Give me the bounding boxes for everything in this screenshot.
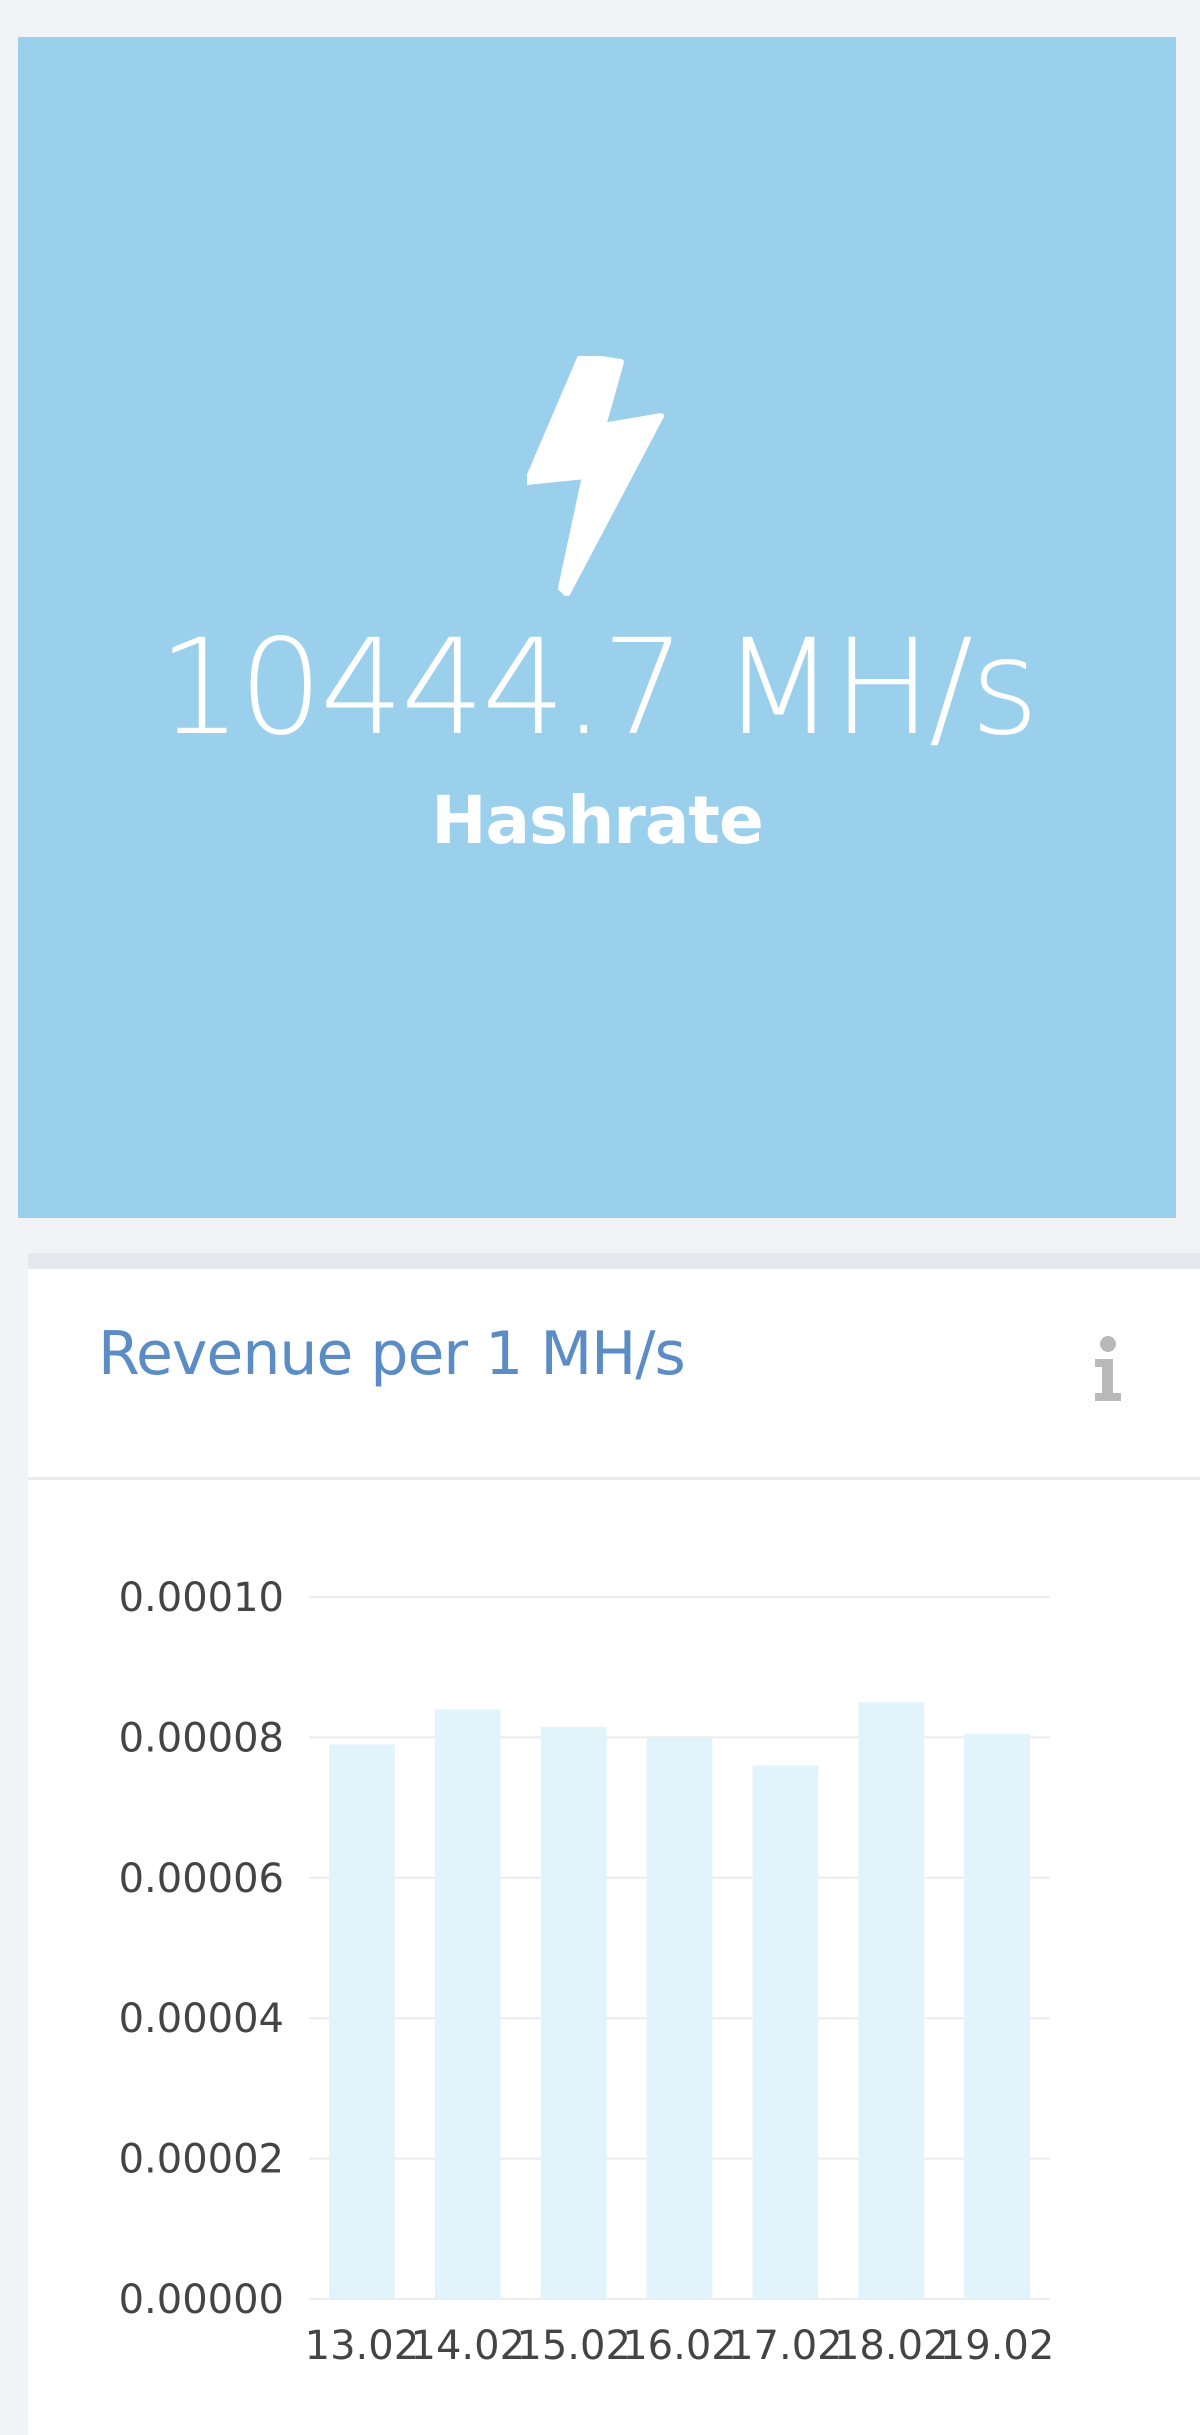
x-tick-label: 14.02 (411, 2323, 526, 2369)
x-tick-label: 16.02 (622, 2323, 737, 2369)
y-tick-label: 0.00004 (119, 1996, 284, 2042)
y-tick-label: 0.00002 (119, 2137, 284, 2183)
y-tick-label: 0.00008 (119, 1715, 284, 1761)
y-tick-label: 0.00000 (119, 2277, 284, 2323)
bar (752, 1765, 819, 2299)
hashrate-tile: 10444.7 MH/s Hashrate (18, 37, 1176, 1218)
bar (329, 1744, 395, 2299)
revenue-panel: Revenue per 1 MH/s 0.00000 0.00002 0.00004… (28, 1253, 1200, 2435)
hashrate-value: 10444.7 MH/s (157, 611, 1039, 765)
bar (434, 1709, 501, 2299)
x-tick-label: 17.02 (728, 2323, 843, 2369)
x-tick-label: 13.02 (305, 2323, 420, 2369)
bar (646, 1737, 713, 2299)
bolt-icon (527, 356, 664, 596)
bar (964, 1733, 1030, 2299)
x-tick-label: 18.02 (834, 2323, 949, 2369)
bar (540, 1726, 607, 2299)
y-tick-label: 0.00006 (119, 1856, 284, 1902)
hashrate-label: Hashrate (431, 782, 763, 859)
y-tick-label: 0.00010 (119, 1575, 284, 1621)
x-tick-label: 15.02 (516, 2323, 631, 2369)
x-tick-label: 19.02 (940, 2323, 1055, 2369)
revenue-chart: 0.00000 0.00002 0.00004 0.00006 0.00008 0.000… (119, 1575, 1055, 2369)
bar (858, 1702, 925, 2299)
